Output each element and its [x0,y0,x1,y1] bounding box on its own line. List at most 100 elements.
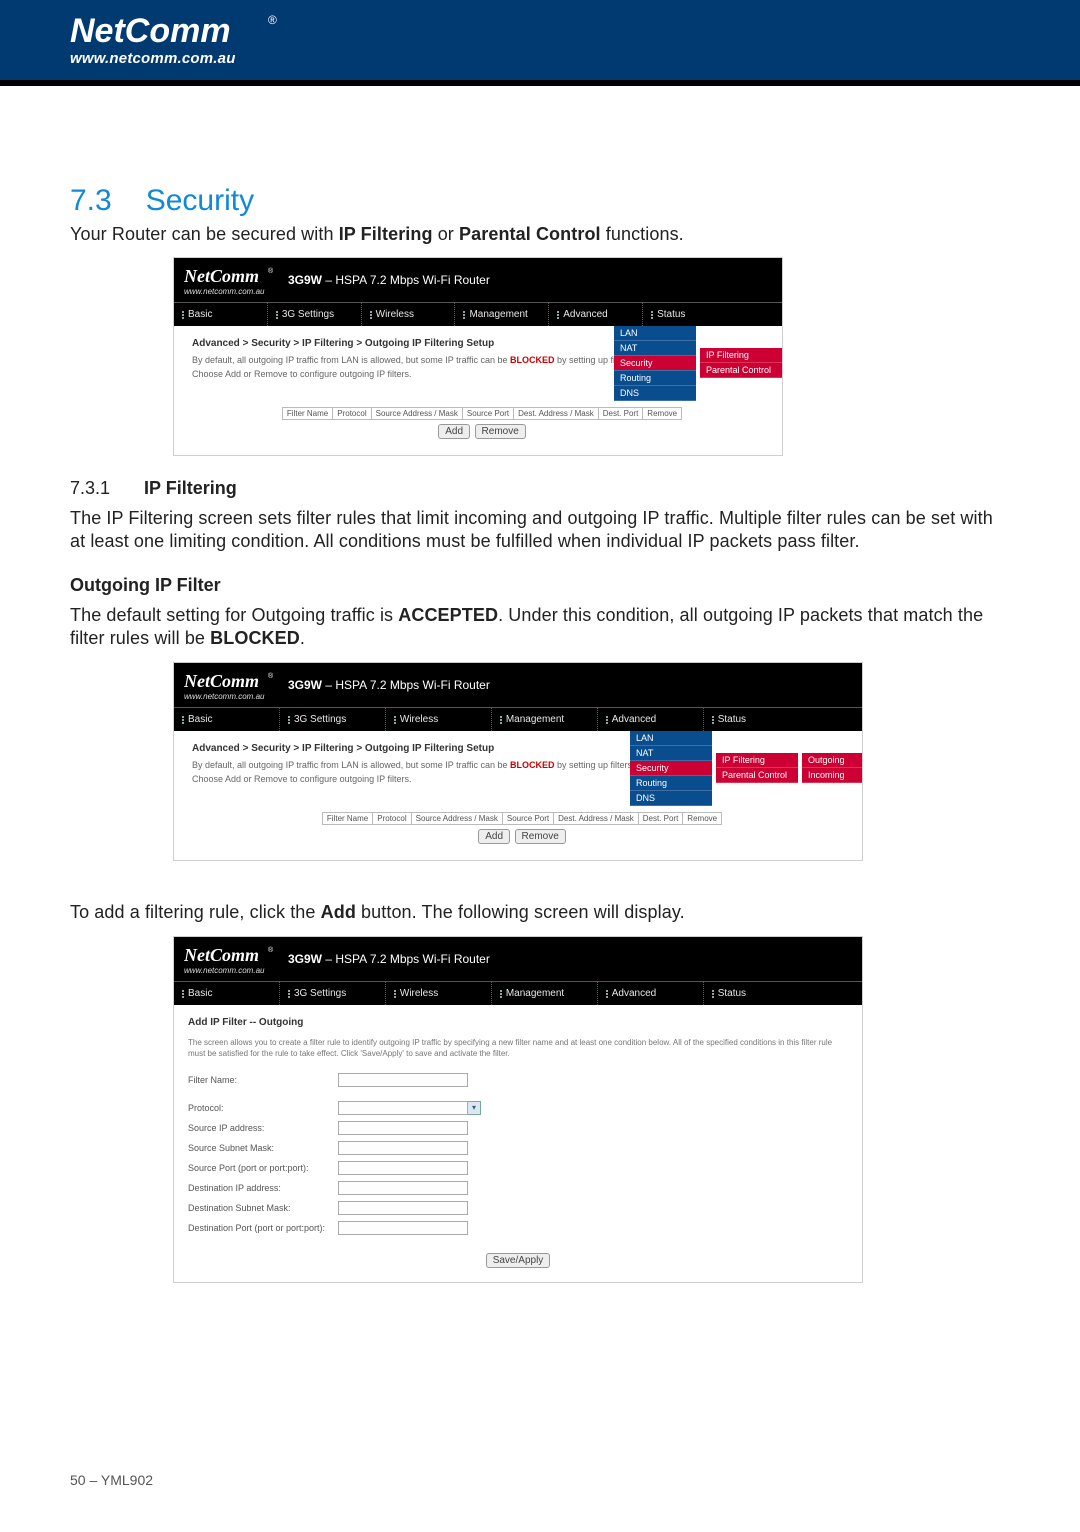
brand-url: www.netcomm.com.au [184,287,274,296]
nav-tab-wireless[interactable]: Wireless [386,981,492,1005]
menu-dns[interactable]: DNS [630,791,712,806]
col-dest-port: Dest. Port [638,813,683,825]
screenshot-ipfilter-setup-2: NetComm® www.netcomm.com.au 3G9W – HSPA … [173,662,863,861]
nav-tab-wireless[interactable]: Wireless [386,707,492,731]
add-instruction-para: To add a filtering rule, click the Add b… [70,901,1010,924]
router-body: LAN NAT Security Routing DNS IP Filterin… [174,326,782,455]
col-filter-name: Filter Name [282,408,332,420]
outgoing-heading: Outgoing IP Filter [70,575,1010,596]
ipfiltering-para: The IP Filtering screen sets filter rule… [70,507,1010,553]
add-button[interactable]: Add [478,829,510,844]
menu-ipfiltering[interactable]: IP Filtering [716,753,798,768]
input-src-port[interactable] [338,1161,468,1175]
menu-nat[interactable]: NAT [630,746,712,761]
menu-outgoing[interactable]: Outgoing [802,753,862,768]
col-protocol: Protocol [333,408,371,420]
screenshot-ipfilter-setup-1: NetComm® www.netcomm.com.au 3G9W – HSPA … [173,257,783,456]
router-ui-header: NetComm® www.netcomm.com.au 3G9W – HSPA … [174,663,862,707]
input-dst-mask[interactable] [338,1201,468,1215]
col-dest-addr: Dest. Address / Mask [554,813,639,825]
router-ui-header: NetComm® www.netcomm.com.au 3G9W – HSPA … [174,258,782,302]
menu-lan[interactable]: LAN [630,731,712,746]
brand-url: www.netcomm.com.au [184,966,274,975]
nav-tab-advanced[interactable]: Advanced [549,302,643,326]
menu-lan[interactable]: LAN [614,326,696,341]
remove-button[interactable]: Remove [475,424,526,439]
svg-text:®: ® [268,946,274,954]
nav-tab-management[interactable]: Management [455,302,549,326]
label-filter-name: Filter Name: [188,1075,338,1085]
section-heading: 7.3 Security [70,184,1010,218]
input-src-ip[interactable] [338,1121,468,1135]
nav-tab-status[interactable]: Status [704,707,862,731]
nav-tab-status[interactable]: Status [643,302,782,326]
filters-table: Filter Name Protocol Source Address / Ma… [282,407,682,420]
label-dst-mask: Destination Subnet Mask: [188,1203,338,1213]
save-apply-button[interactable]: Save/Apply [486,1253,551,1268]
input-filter-name[interactable] [338,1073,468,1087]
section-lead: Your Router can be secured with IP Filte… [70,224,1010,245]
netcomm-logo: NetComm® [184,670,274,692]
menu-dns[interactable]: DNS [614,386,696,401]
brand-logo-block: NetComm ® www.netcomm.com.au [70,8,280,67]
svg-text:®: ® [268,13,277,27]
subsection-heading: 7.3.1 IP Filtering [70,478,1010,499]
menu-incoming[interactable]: Incoming [802,768,862,783]
device-title: 3G9W – HSPA 7.2 Mbps Wi-Fi Router [288,273,490,287]
router-nav: Basic 3G Settings Wireless Management Ad… [174,981,862,1005]
remove-button[interactable]: Remove [515,829,566,844]
col-protocol: Protocol [373,813,411,825]
col-dest-port: Dest. Port [598,408,643,420]
svg-text:®: ® [268,672,274,680]
col-remove: Remove [643,408,682,420]
menu-parental[interactable]: Parental Control [716,768,798,783]
subsection-number: 7.3.1 [70,478,110,499]
label-protocol: Protocol: [188,1103,338,1113]
add-button[interactable]: Add [438,424,470,439]
input-dst-ip[interactable] [338,1181,468,1195]
device-title: 3G9W – HSPA 7.2 Mbps Wi-Fi Router [288,952,490,966]
menu-ipfiltering[interactable]: IP Filtering [700,348,782,363]
nav-tab-management[interactable]: Management [492,707,598,731]
nav-tab-advanced[interactable]: Advanced [598,707,704,731]
menu-parental[interactable]: Parental Control [700,363,782,378]
router-ui-header: NetComm® www.netcomm.com.au 3G9W – HSPA … [174,937,862,981]
form-title: Add IP Filter -- Outgoing [188,1017,848,1028]
chevron-down-icon[interactable]: ▾ [468,1101,481,1115]
netcomm-logo: NetComm ® [70,8,280,54]
menu-security[interactable]: Security [614,356,696,371]
label-dst-port: Destination Port (port or port:port): [188,1223,338,1233]
add-filter-form: Add IP Filter -- Outgoing The screen all… [174,1005,862,1282]
outgoing-para: The default setting for Outgoing traffic… [70,604,1010,650]
col-source-addr: Source Address / Mask [371,408,462,420]
menu-nat[interactable]: NAT [614,341,696,356]
section-number: 7.3 [70,184,112,218]
svg-text:NetComm: NetComm [184,266,259,286]
input-dst-port[interactable] [338,1221,468,1235]
section-title: Security [146,184,254,218]
nav-tab-advanced[interactable]: Advanced [598,981,704,1005]
col-source-port: Source Port [462,408,513,420]
nav-tab-3g[interactable]: 3G Settings [268,302,362,326]
nav-tab-3g[interactable]: 3G Settings [280,981,386,1005]
menu-routing[interactable]: Routing [614,371,696,386]
page-footer: 50 – YML902 [70,1472,153,1488]
device-title: 3G9W – HSPA 7.2 Mbps Wi-Fi Router [288,678,490,692]
menu-routing[interactable]: Routing [630,776,712,791]
nav-tab-wireless[interactable]: Wireless [362,302,456,326]
nav-tab-status[interactable]: Status [704,981,862,1005]
nav-tab-3g[interactable]: 3G Settings [280,707,386,731]
nav-tab-management[interactable]: Management [492,981,598,1005]
nav-tab-basic[interactable]: Basic [174,707,280,731]
brand-header: NetComm ® www.netcomm.com.au [0,0,1080,86]
subsection-title: IP Filtering [144,478,237,499]
select-protocol[interactable] [338,1101,468,1115]
nav-tab-basic[interactable]: Basic [174,302,268,326]
nav-tab-basic[interactable]: Basic [174,981,280,1005]
router-nav: Basic 3G Settings Wireless Management Ad… [174,707,862,731]
input-src-mask[interactable] [338,1141,468,1155]
col-filter-name: Filter Name [322,813,372,825]
brand-url: www.netcomm.com.au [184,692,274,701]
menu-security[interactable]: Security [630,761,712,776]
router-body: LAN NAT Security Routing DNS IP Filterin… [174,731,862,860]
